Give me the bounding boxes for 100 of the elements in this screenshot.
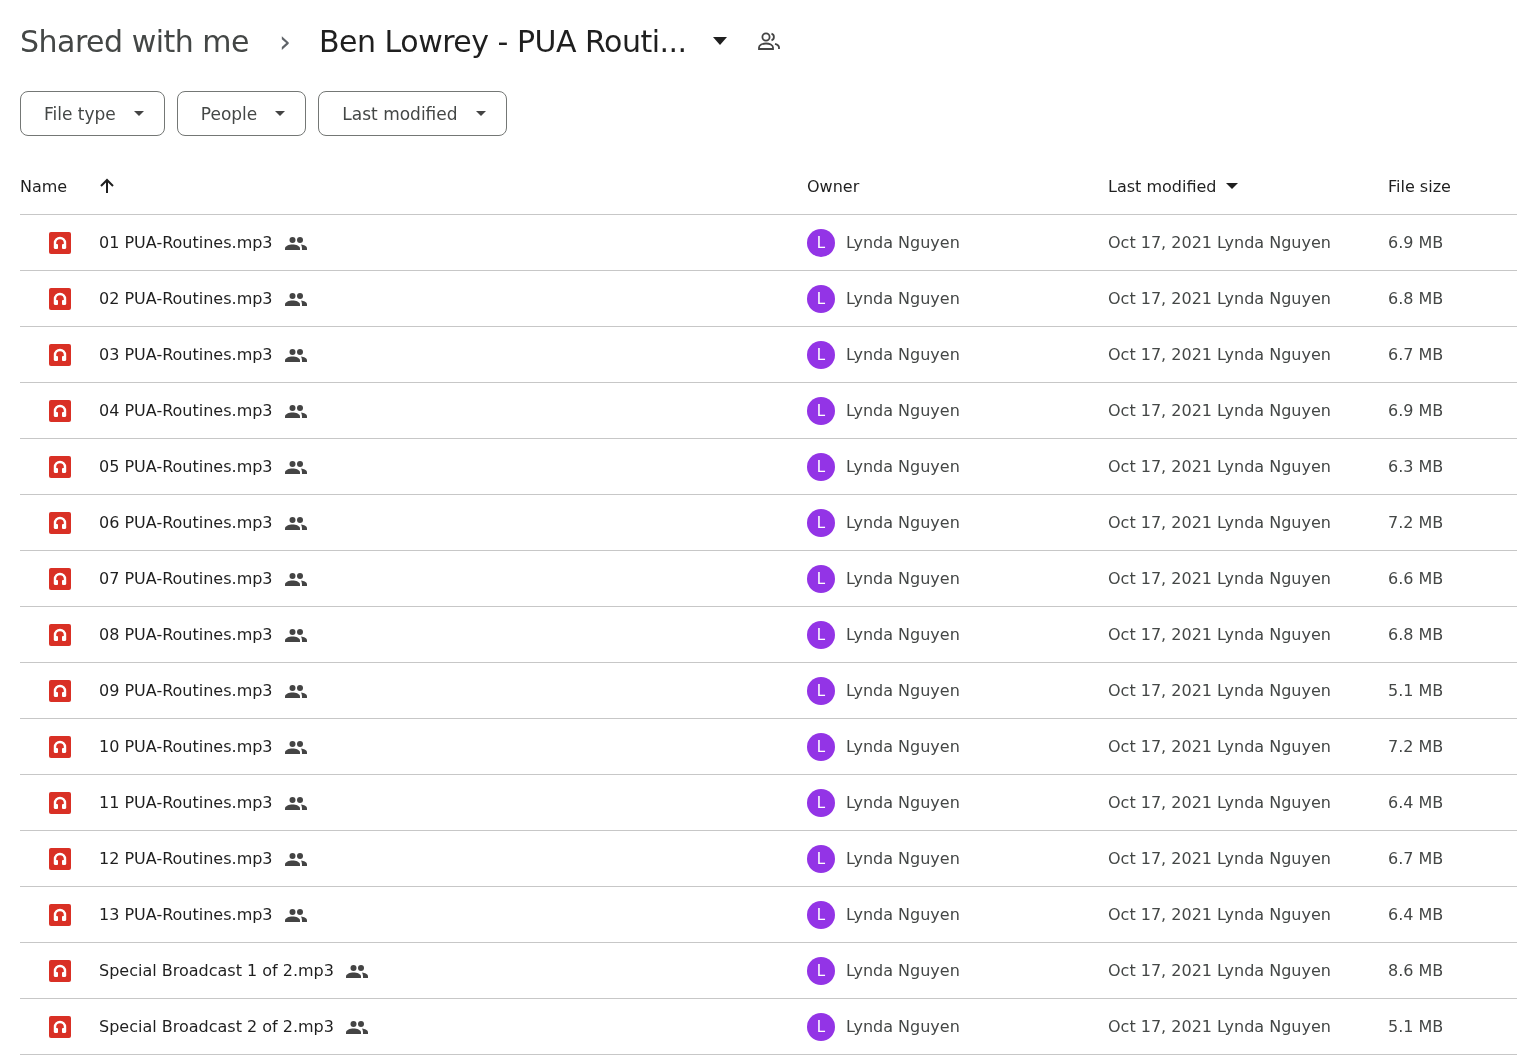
owner-name: Lynda Nguyen — [846, 457, 960, 476]
modified-date: Oct 17, 2021 Lynda Nguyen — [1108, 345, 1331, 364]
caret-icon — [133, 111, 144, 116]
file-name[interactable]: 02 PUA-Routines.mp3 — [99, 289, 273, 308]
file-size: 6.8 MB — [1388, 289, 1444, 308]
modified-date: Oct 17, 2021 Lynda Nguyen — [1108, 457, 1331, 476]
caret-icon — [275, 111, 286, 116]
caret-icon — [475, 111, 486, 116]
modified-date: Oct 17, 2021 Lynda Nguyen — [1108, 1017, 1331, 1036]
column-header[interactable]: Owner — [807, 176, 860, 196]
file-name[interactable]: 10 PUA-Routines.mp3 — [99, 737, 273, 756]
file-name[interactable]: 13 PUA-Routines.mp3 — [99, 905, 273, 924]
filter-button[interactable]: Last modified — [318, 91, 507, 136]
audio-file-icon — [49, 679, 71, 702]
file-name[interactable]: 11 PUA-Routines.mp3 — [99, 793, 273, 812]
owner-name: Lynda Nguyen — [846, 289, 960, 308]
modified-date: Oct 17, 2021 Lynda Nguyen — [1108, 513, 1331, 532]
audio-file-icon — [49, 567, 71, 590]
file-size: 6.4 MB — [1388, 793, 1444, 812]
caret-icon[interactable] — [1226, 183, 1239, 189]
file-size: 6.8 MB — [1388, 625, 1444, 644]
avatar: L — [807, 396, 835, 425]
owner-name: Lynda Nguyen — [846, 793, 960, 812]
filter-button[interactable]: File type — [20, 91, 165, 136]
audio-file-icon — [49, 231, 71, 254]
file-name[interactable]: 04 PUA-Routines.mp3 — [99, 401, 273, 420]
owner-name: Lynda Nguyen — [846, 905, 960, 924]
owner-name: Lynda Nguyen — [846, 401, 960, 420]
avatar: L — [807, 900, 835, 929]
file-name[interactable]: 07 PUA-Routines.mp3 — [99, 569, 273, 588]
avatar: L — [807, 620, 835, 649]
modified-date: Oct 17, 2021 Lynda Nguyen — [1108, 793, 1331, 812]
modified-date: Oct 17, 2021 Lynda Nguyen — [1108, 681, 1331, 700]
avatar: L — [807, 284, 835, 313]
breadcrumb-link[interactable]: Shared with me — [20, 23, 249, 59]
column-header[interactable]: Last modified — [1108, 176, 1217, 196]
owner-name: Lynda Nguyen — [846, 569, 960, 588]
file-size: 5.1 MB — [1388, 681, 1444, 700]
file-name[interactable]: Special Broadcast 1 of 2.mp3 — [99, 961, 334, 980]
audio-file-icon — [49, 847, 71, 870]
file-name[interactable]: 06 PUA-Routines.mp3 — [99, 513, 273, 532]
audio-file-icon — [49, 343, 71, 366]
file-size: 8.6 MB — [1388, 961, 1444, 980]
column-header[interactable]: File size — [1388, 176, 1451, 196]
avatar: L — [807, 956, 835, 985]
people-icon[interactable] — [756, 31, 781, 51]
modified-date: Oct 17, 2021 Lynda Nguyen — [1108, 905, 1331, 924]
file-size: 6.7 MB — [1388, 345, 1444, 364]
file-size: 6.7 MB — [1388, 849, 1444, 868]
audio-file-icon — [49, 511, 71, 534]
file-name[interactable]: 09 PUA-Routines.mp3 — [99, 681, 273, 700]
modified-date: Oct 17, 2021 Lynda Nguyen — [1108, 737, 1331, 756]
modified-date: Oct 17, 2021 Lynda Nguyen — [1108, 289, 1331, 308]
owner-name: Lynda Nguyen — [846, 233, 960, 252]
owner-name: Lynda Nguyen — [846, 345, 960, 364]
file-size: 6.4 MB — [1388, 905, 1444, 924]
owner-name: Lynda Nguyen — [846, 513, 960, 532]
modified-date: Oct 17, 2021 Lynda Nguyen — [1108, 401, 1331, 420]
audio-file-icon — [49, 287, 71, 310]
audio-file-icon — [49, 399, 71, 422]
avatar: L — [807, 676, 835, 705]
owner-name: Lynda Nguyen — [846, 737, 960, 756]
audio-file-icon — [49, 455, 71, 478]
file-size: 6.3 MB — [1388, 457, 1444, 476]
avatar: L — [807, 564, 835, 593]
avatar: L — [807, 340, 835, 369]
file-name[interactable]: 08 PUA-Routines.mp3 — [99, 625, 273, 644]
file-size: 5.1 MB — [1388, 1017, 1444, 1036]
avatar: L — [807, 1012, 835, 1041]
file-name[interactable]: 01 PUA-Routines.mp3 — [99, 233, 273, 252]
owner-name: Lynda Nguyen — [846, 1017, 960, 1036]
folder-title[interactable]: Ben Lowrey - PUA Routi... — [319, 23, 687, 59]
file-size: 6.6 MB — [1388, 569, 1444, 588]
avatar: L — [807, 844, 835, 873]
sort-arrow-icon[interactable] — [99, 178, 116, 194]
file-size: 6.9 MB — [1388, 233, 1444, 252]
avatar: L — [807, 788, 835, 817]
owner-name: Lynda Nguyen — [846, 625, 960, 644]
avatar: L — [807, 508, 835, 537]
avatar: L — [807, 228, 835, 257]
modified-date: Oct 17, 2021 Lynda Nguyen — [1108, 233, 1331, 252]
owner-name: Lynda Nguyen — [846, 681, 960, 700]
file-name[interactable]: 12 PUA-Routines.mp3 — [99, 849, 273, 868]
filter-button[interactable]: People — [176, 91, 307, 136]
owner-name: Lynda Nguyen — [846, 849, 960, 868]
breadcrumb-separator: › — [279, 23, 291, 59]
file-name[interactable]: Special Broadcast 2 of 2.mp3 — [99, 1017, 334, 1036]
audio-file-icon — [49, 791, 71, 814]
avatar: L — [807, 732, 835, 761]
owner-name: Lynda Nguyen — [846, 961, 960, 980]
column-header[interactable]: Name — [20, 176, 68, 196]
modified-date: Oct 17, 2021 Lynda Nguyen — [1108, 961, 1331, 980]
file-name[interactable]: 03 PUA-Routines.mp3 — [99, 345, 273, 364]
caret-icon[interactable] — [712, 37, 727, 45]
modified-date: Oct 17, 2021 Lynda Nguyen — [1108, 625, 1331, 644]
modified-date: Oct 17, 2021 Lynda Nguyen — [1108, 849, 1331, 868]
file-size: 7.2 MB — [1388, 737, 1444, 756]
file-name[interactable]: 05 PUA-Routines.mp3 — [99, 457, 273, 476]
avatar: L — [807, 452, 835, 481]
modified-date: Oct 17, 2021 Lynda Nguyen — [1108, 569, 1331, 588]
